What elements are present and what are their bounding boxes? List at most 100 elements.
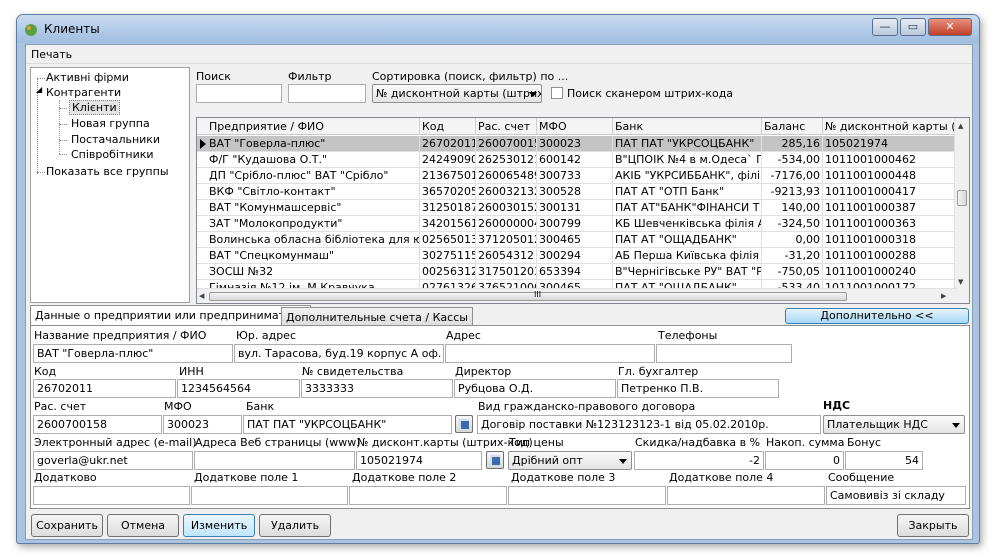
vertical-scroll-thumb[interactable] [957, 190, 967, 206]
close-button[interactable]: Закрыть [897, 514, 969, 537]
message-input[interactable]: Самовивіз зі складу [826, 486, 966, 505]
mfo-input[interactable]: 300023 [163, 415, 242, 434]
scroll-down-icon[interactable]: ▼ [958, 278, 963, 286]
vat-select[interactable]: Плательщик НДС [823, 415, 965, 434]
message-label: Сообщение [828, 471, 895, 484]
tree-item-clients[interactable]: Клієнти [69, 100, 120, 115]
card-pick-icon[interactable] [486, 451, 504, 469]
tree-item-active-firms[interactable]: Активні фірми [46, 71, 129, 84]
accum-label: Накоп. сумма [766, 436, 845, 449]
client-area: Печать Активні фірми ◢ Контрагенти Клієн… [25, 44, 973, 540]
maximize-button[interactable]: ▭ [900, 18, 926, 36]
bank-input[interactable]: ПАТ ПАТ "УКРСОЦБАНК" [243, 415, 452, 434]
column-header[interactable]: Баланс [762, 118, 823, 135]
vertical-scrollbar[interactable]: ▲ ▼ [954, 118, 969, 303]
contract-input[interactable]: Договір поставки №123123123-1 від 05.02.… [477, 415, 821, 434]
menu-print[interactable]: Печать [31, 48, 72, 61]
director-input[interactable]: Рубцова О.Д. [454, 379, 616, 398]
table-row[interactable]: Ф/Г "Кудашова О.Т."242490902625301210565… [197, 152, 957, 168]
tree-item-employees[interactable]: Співробітники [71, 148, 154, 161]
accountant-input[interactable]: Петренко П.В. [617, 379, 779, 398]
tree-expand-icon[interactable]: ◢ [36, 85, 42, 94]
phones-input[interactable] [656, 344, 792, 363]
table-cell: ВАТ "Говерла-плюс" [207, 136, 420, 152]
horizontal-scrollbar[interactable]: ◀ III ▶ [197, 288, 957, 303]
column-header[interactable]: Рас. счет [476, 118, 537, 135]
minimize-button[interactable]: — [872, 18, 898, 36]
extra3-input[interactable] [508, 486, 666, 505]
column-header[interactable]: № дисконтной карты (шт [823, 118, 957, 135]
email-label: Электронный адрес (e-mail) [34, 436, 197, 449]
cancel-button[interactable]: Отмена [107, 514, 179, 537]
horizontal-scroll-thumb[interactable]: III [209, 290, 847, 301]
filter-input[interactable] [288, 84, 366, 103]
table-row[interactable]: ЗАТ "Молокопродукти"34201561260000004100… [197, 216, 957, 232]
accum-input[interactable]: 0 [765, 451, 844, 470]
table-cell: -7176,00 [762, 168, 823, 184]
close-window-button[interactable]: ✕ [928, 18, 972, 36]
extra3-label: Додаткове поле 3 [511, 471, 616, 484]
extra2-input[interactable] [349, 486, 507, 505]
table-cell: 300528 [537, 184, 613, 200]
column-header[interactable]: Код [420, 118, 476, 135]
column-header[interactable]: Предприятие / ФИО [207, 118, 420, 135]
bank-pick-icon[interactable] [455, 415, 473, 433]
scroll-up-icon[interactable]: ▲ [958, 122, 963, 130]
table-row[interactable]: ДП "Срібло-плюс" ВАТ "Срібло" 21367501 260… [197, 168, 957, 184]
address-input[interactable] [445, 344, 655, 363]
tab-extra-accounts[interactable]: Дополнительные счета / Кассы [281, 307, 473, 326]
search-input[interactable] [196, 84, 282, 103]
scanner-checkbox[interactable] [551, 87, 563, 99]
table-cell: ПАТ АТ"БАНК"ФІНАНСИ Т [613, 200, 762, 216]
table-row[interactable]: Волинська обласна бібліотека для юнацтва… [197, 232, 957, 248]
table-row[interactable]: ВАТ "Говерла-плюс"2670201126007001583000… [197, 136, 957, 152]
table-cell: 140,00 [762, 200, 823, 216]
tree-item-new-group[interactable]: Новая группа [71, 117, 150, 130]
tree-item-suppliers[interactable]: Постачальники [71, 133, 160, 146]
table-cell: ВАТ "Спецкомунмаш" [207, 248, 420, 264]
scroll-left-icon[interactable]: ◀ [199, 292, 204, 300]
table-row[interactable]: ЗОСШ №320025631231750120333653394В"Черні… [197, 264, 957, 280]
accountant-label: Гл. бухгалтер [618, 365, 699, 378]
tree-item-show-all[interactable]: Показать все группы [46, 165, 169, 178]
table-cell: 1011001000240 [823, 264, 957, 280]
web-input[interactable] [194, 451, 355, 470]
delete-button[interactable]: Удалить [259, 514, 331, 537]
discount-input[interactable]: -2 [634, 451, 764, 470]
table-cell: 1011001000417 [823, 184, 957, 200]
extra-input[interactable] [33, 486, 190, 505]
sort-select[interactable]: № дисконтной карты (штрих- [372, 84, 542, 103]
mfo-label: МФО [164, 400, 192, 413]
cert-input[interactable]: 3333333 [301, 379, 453, 398]
table-cell: ЗАТ "Молокопродукти" [207, 216, 420, 232]
extra1-input[interactable] [191, 486, 348, 505]
card-input[interactable]: 105021974 [356, 451, 482, 470]
table-cell: 1011001000448 [823, 168, 957, 184]
code-input[interactable]: 26702011 [33, 379, 176, 398]
table-cell: ПАТ АТ "ОТП Банк" [613, 184, 762, 200]
table-cell: -324,50 [762, 216, 823, 232]
table-row[interactable]: ВКФ "Світло-контакт"36570205260032132130… [197, 184, 957, 200]
price-type-select[interactable]: Дрібний опт [508, 451, 632, 470]
more-button[interactable]: Дополнительно << [785, 308, 969, 324]
tab-main-data[interactable]: Данные о предприятии или предпринимателе [30, 305, 311, 326]
save-button[interactable]: Сохранить [31, 514, 103, 537]
legal-address-input[interactable]: вул. Тарасова, буд.19 корпус А оф. 500 [234, 344, 444, 363]
filter-label: Фильтр [288, 70, 332, 83]
account-input[interactable]: 2600700158 [33, 415, 162, 434]
email-input[interactable]: goverla@ukr.net [33, 451, 193, 470]
edit-button[interactable]: Изменить [183, 514, 255, 537]
column-header[interactable]: МФО [537, 118, 613, 135]
table-row[interactable]: ВАТ "Комунмашсервіс"31250187260030152012… [197, 200, 957, 216]
table-cell: 300023 [537, 136, 613, 152]
table-row[interactable]: ВАТ "Спецкомунмаш" 30275115 26054312 300294… [197, 248, 957, 264]
name-input[interactable]: ВАТ "Говерла-плюс" [33, 344, 233, 363]
window-title: Клиенты [44, 22, 100, 36]
scroll-right-icon[interactable]: ▶ [941, 292, 946, 300]
table-cell: 26054312 [476, 248, 537, 264]
tree-item-contractors[interactable]: Контрагенти [46, 86, 121, 99]
bonus-input[interactable]: 54 [845, 451, 923, 470]
column-header[interactable]: Банк [613, 118, 762, 135]
inn-input[interactable]: 1234564564 [177, 379, 300, 398]
extra4-input[interactable] [667, 486, 825, 505]
